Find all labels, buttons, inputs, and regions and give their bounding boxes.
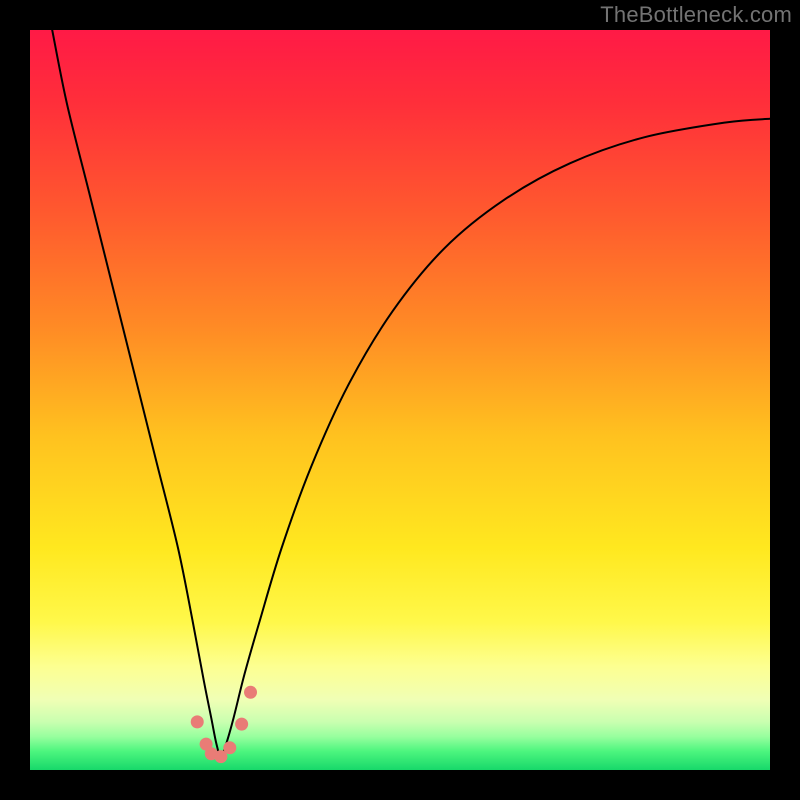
chart-svg: [30, 30, 770, 770]
chart-plot-area: [30, 30, 770, 770]
chart-marker: [235, 718, 248, 731]
chart-marker: [244, 686, 257, 699]
chart-marker: [223, 741, 236, 754]
chart-marker: [191, 715, 204, 728]
watermark-text: TheBottleneck.com: [600, 2, 792, 28]
